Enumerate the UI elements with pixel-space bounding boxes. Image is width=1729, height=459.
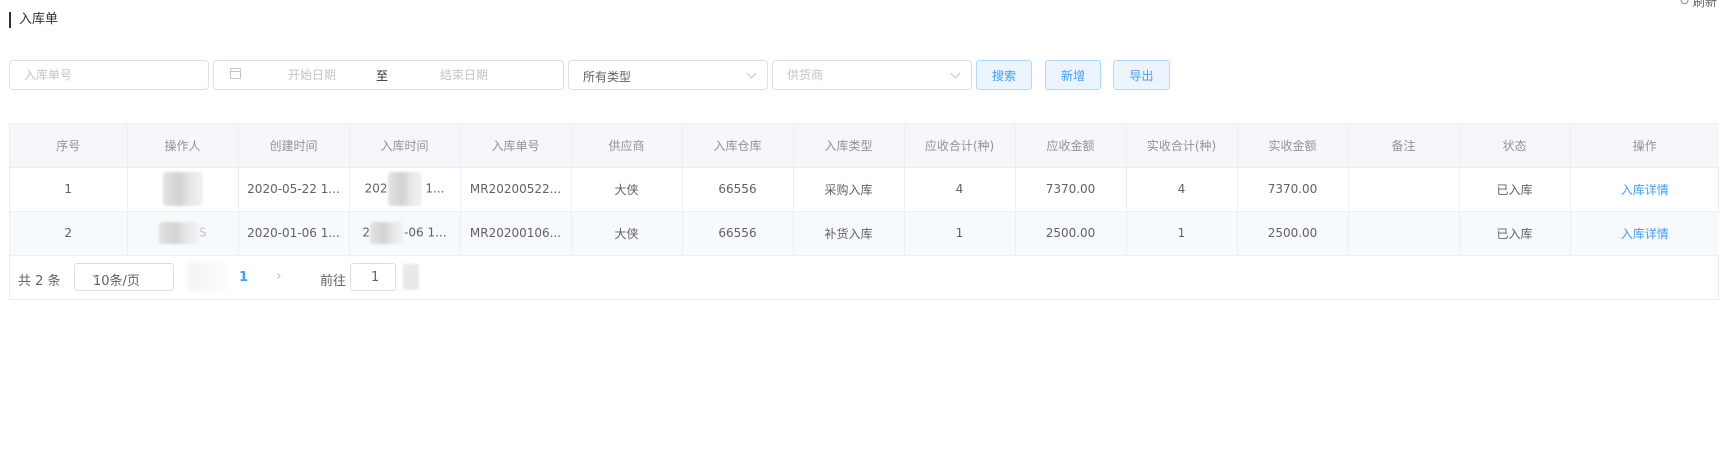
column-header: 实收合计(种): [1126, 124, 1238, 168]
search-button[interactable]: 搜索: [976, 60, 1032, 90]
cell-created: 2020-01-06 1...: [238, 211, 350, 256]
supplier-input[interactable]: [787, 61, 937, 89]
table-header-row: 序号 操作人 创建时间 入库时间 入库单号 供应商 入库仓库 入库类型 应收合计…: [10, 124, 1719, 168]
redacted-blur: [387, 172, 422, 206]
chevron-down-icon: [746, 68, 757, 79]
table-row: 2 S 2020-01-06 1... 2 -06 1... MR20200106…: [10, 211, 1719, 256]
cell-received-kinds: 1: [1126, 211, 1238, 256]
order-no-input[interactable]: [10, 61, 208, 89]
column-header: 入库单号: [460, 124, 572, 168]
goto-page-input[interactable]: [351, 264, 395, 290]
cell-received-amount: 2500.00: [1237, 211, 1349, 256]
redacted-blur: [370, 222, 405, 244]
redacted-blur: [158, 222, 199, 244]
page-size-select[interactable]: 10条/页: [74, 263, 174, 291]
stock-in-table: 序号 操作人 创建时间 入库时间 入库单号 供应商 入库仓库 入库类型 应收合计…: [9, 123, 1719, 300]
chevron-down-icon: [950, 68, 961, 79]
column-header: 入库时间: [349, 124, 461, 168]
cell-warehouse: 66556: [682, 167, 794, 212]
cell-index: 2: [10, 211, 128, 256]
supplier-select[interactable]: [772, 60, 972, 90]
refresh-label: 刷新: [1692, 0, 1717, 9]
cell-due-kinds: 4: [904, 167, 1016, 212]
page-number-current[interactable]: 1: [239, 270, 248, 285]
column-header: 应收合计(种): [904, 124, 1016, 168]
column-header: 操作人: [127, 124, 239, 168]
cell-status: 已入库: [1459, 211, 1571, 256]
type-select[interactable]: 所有类型: [568, 60, 768, 90]
cell-type: 补货入库: [793, 211, 905, 256]
cell-created: 2020-05-22 1...: [238, 167, 350, 212]
redacted-blur: [403, 264, 419, 290]
cell-stock-in-time: 202 1...: [349, 167, 461, 212]
cell-due-amount: 2500.00: [1015, 211, 1127, 256]
cell-supplier: 大侠: [571, 167, 683, 212]
goto-label: 前往: [320, 274, 347, 289]
cell-received-kinds: 4: [1126, 167, 1238, 212]
export-button[interactable]: 导出: [1113, 60, 1170, 90]
redacted-blur: [162, 172, 203, 206]
goto-page-field[interactable]: [350, 263, 396, 291]
column-header: 序号: [10, 124, 128, 168]
cell-action: 入库详情: [1570, 211, 1719, 256]
column-header: 实收金额: [1237, 124, 1349, 168]
calendar-icon: [230, 68, 241, 79]
type-select-value: 所有类型: [583, 70, 632, 84]
cell-warehouse: 66556: [682, 211, 794, 256]
column-header: 入库仓库: [682, 124, 794, 168]
add-button[interactable]: 新增: [1045, 60, 1101, 90]
cell-supplier: 大侠: [571, 211, 683, 256]
cell-order-no: MR20200106...: [460, 211, 572, 256]
column-header: 应收金额: [1015, 124, 1127, 168]
cell-remark: [1348, 211, 1460, 256]
chevron-right-icon[interactable]: ›: [276, 268, 282, 284]
date-range-picker[interactable]: 至: [213, 60, 564, 90]
page-size-value: 10条/页: [93, 274, 140, 289]
column-header: 入库类型: [793, 124, 905, 168]
cell-due-kinds: 1: [904, 211, 1016, 256]
refresh-icon: ↻: [1679, 0, 1690, 9]
pagination: 共 2 条 10条/页 1 › 前往: [10, 258, 1718, 298]
order-no-field[interactable]: [9, 60, 209, 90]
refresh-button[interactable]: ↻ 刷新: [1679, 0, 1717, 9]
cell-due-amount: 7370.00: [1015, 167, 1127, 212]
cell-type: 采购入库: [793, 167, 905, 212]
page-title: 入库单: [9, 12, 58, 28]
column-header: 供应商: [571, 124, 683, 168]
detail-link[interactable]: 入库详情: [1621, 227, 1669, 241]
range-separator: 至: [376, 69, 389, 83]
cell-operator: S: [127, 211, 239, 256]
total-count: 共 2 条: [18, 274, 61, 289]
end-date-input[interactable]: [414, 61, 514, 89]
table-row: 1 2020-05-22 1... 202 1... MR20200522...…: [10, 167, 1719, 212]
cell-index: 1: [10, 167, 128, 212]
cell-order-no: MR20200522...: [460, 167, 572, 212]
redacted-blur: [188, 262, 228, 292]
cell-remark: [1348, 167, 1460, 212]
start-date-input[interactable]: [262, 61, 362, 89]
cell-status: 已入库: [1459, 167, 1571, 212]
cell-stock-in-time: 2 -06 1...: [349, 211, 461, 256]
column-header: 备注: [1348, 124, 1460, 168]
column-header: 创建时间: [238, 124, 350, 168]
cell-operator: [127, 167, 239, 212]
column-header: 状态: [1459, 124, 1571, 168]
detail-link[interactable]: 入库详情: [1621, 183, 1669, 197]
column-header: 操作: [1570, 124, 1719, 168]
cell-received-amount: 7370.00: [1237, 167, 1349, 212]
cell-action: 入库详情: [1570, 167, 1719, 212]
